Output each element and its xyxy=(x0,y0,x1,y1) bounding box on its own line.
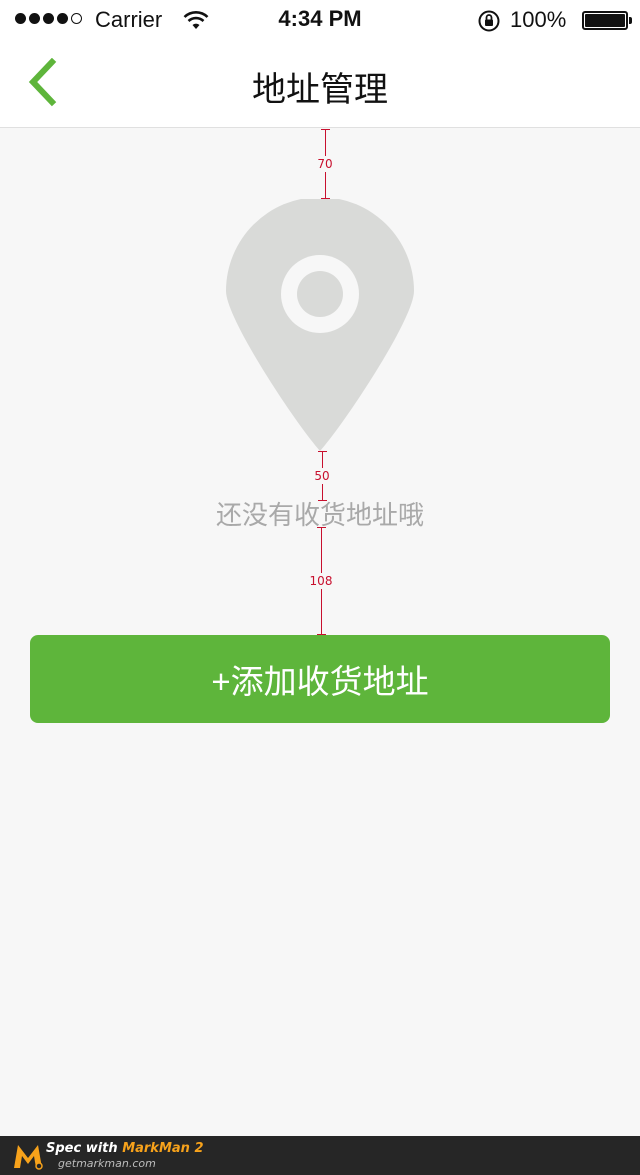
spacing-annotation-top: 70 xyxy=(316,129,334,199)
battery-percentage: 100% xyxy=(510,7,567,32)
markman-url: getmarkman.com xyxy=(58,1157,156,1170)
status-bar: Carrier 4:34 PM 100% xyxy=(0,0,640,40)
spacing-annotation-middle: 50 xyxy=(313,451,331,501)
add-address-button[interactable]: +添加收货地址 xyxy=(30,635,610,723)
page-title: 地址管理 xyxy=(252,70,388,110)
battery-icon xyxy=(582,11,632,30)
rotation-lock-icon xyxy=(478,10,500,32)
spacing-annotation-bottom: 108 xyxy=(308,527,334,635)
navigation-bar: 地址管理 xyxy=(0,40,640,128)
spacing-annotation-label: 108 xyxy=(308,573,334,589)
spacing-annotation-label: 50 xyxy=(313,468,331,484)
markman-tagline: Spec with MarkMan 2 xyxy=(46,1141,204,1156)
markman-logo-icon xyxy=(14,1145,43,1170)
markman-watermark-bar: Spec with MarkMan 2 getmarkman.com xyxy=(0,1136,640,1175)
spacing-annotation-label: 70 xyxy=(316,156,334,172)
location-pin-icon xyxy=(226,199,414,451)
